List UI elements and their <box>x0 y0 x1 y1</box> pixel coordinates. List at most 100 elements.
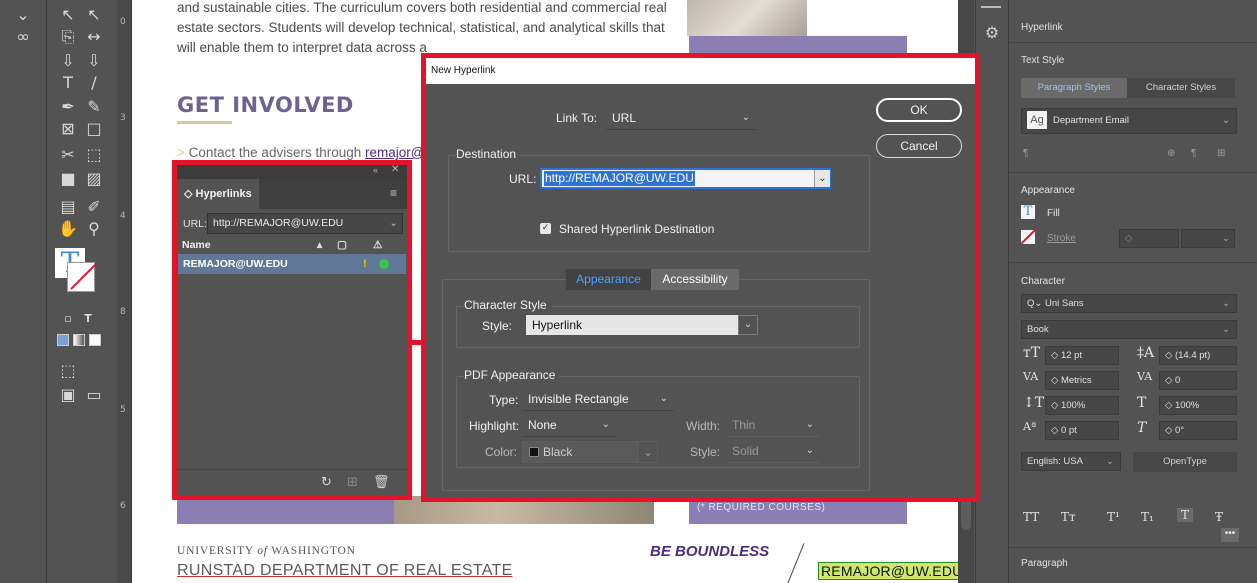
skew-icon: T <box>1137 420 1147 436</box>
apply-none-icon[interactable] <box>89 334 101 346</box>
contact-link[interactable]: remajor@ <box>365 145 424 160</box>
body-text-line: will enable them to interpret data acros… <box>177 40 427 55</box>
fill-label: Fill <box>1047 208 1060 219</box>
divider <box>1009 547 1257 548</box>
language-select[interactable]: English: USA ⌄ <box>1021 452 1121 471</box>
opentype-button[interactable]: OpenType <box>1133 452 1237 472</box>
ruler-number: 3 <box>120 113 126 123</box>
scissors-icon[interactable]: ✂ <box>57 144 79 166</box>
eyedropper-icon[interactable]: ✐ <box>83 196 105 218</box>
font-style-field[interactable]: Book ⌄ <box>1021 320 1237 339</box>
baseline-shift-field[interactable]: ◇ 0 pt <box>1045 421 1119 440</box>
ruler-number: 5 <box>120 405 126 415</box>
chevron-down-icon[interactable]: ⌄ <box>1222 109 1230 133</box>
font-size-field[interactable]: ◇ 12 pt <box>1045 346 1119 365</box>
divider <box>1009 42 1257 43</box>
footer-email-link[interactable]: REMAJOR@UW.EDU <box>818 562 966 580</box>
properties-panel-icon[interactable]: ⚙ <box>981 22 1003 44</box>
style-sample: Ag <box>1027 111 1047 129</box>
normal-view-icon[interactable]: ▣ <box>57 384 79 406</box>
chevron-down-icon: ⌄ <box>1106 456 1114 467</box>
kerning-icon: VA <box>1023 370 1039 383</box>
rect-frame-icon[interactable]: ⊠ <box>57 118 79 140</box>
apply-color-icon[interactable] <box>57 334 69 346</box>
horizontal-scale-field[interactable]: ◇ 100% <box>1159 396 1237 415</box>
indesign-window: ⌄ ∞ ↖ ↖ ⎘ ↔ ⇩ ⇩ T / ✒ ✎ ⊠ □ ✂ ⬚ ■ ▨ ▤ ✐ … <box>0 0 1257 583</box>
ruler-number: 4 <box>120 211 126 221</box>
container-format-icon[interactable]: ▫ <box>57 308 79 330</box>
language-value: English: USA <box>1027 456 1083 467</box>
font-family-value: Uni Sans <box>1045 298 1084 309</box>
purple-block <box>177 496 399 524</box>
new-style-icon[interactable]: ⊕ <box>1167 148 1175 159</box>
add-style-icon[interactable]: ⊞ <box>1217 148 1225 159</box>
font-size-icon: тT <box>1023 345 1041 361</box>
body-text-line: and sustainable cities. The curriculum c… <box>177 0 667 15</box>
tab-paragraph-styles[interactable]: Paragraph Styles <box>1021 78 1127 98</box>
tab-character-styles[interactable]: Character Styles <box>1127 78 1235 98</box>
paragraph-mark-icon[interactable]: ¶ <box>1023 148 1028 159</box>
stroke-swatch[interactable] <box>67 262 96 292</box>
section-heading: GET INVOLVED <box>177 93 354 117</box>
bullet-marker: > <box>177 145 189 160</box>
university-name-b: WASHINGTON <box>267 545 356 557</box>
zoom-tool-icon[interactable]: ⚲ <box>83 218 105 240</box>
skew-field[interactable]: ◇ 0° <box>1159 421 1237 440</box>
line-tool-icon[interactable]: / <box>83 72 105 94</box>
dock-grip[interactable] <box>981 6 1001 8</box>
style-picker[interactable]: Ag Department Email ⌄ <box>1021 108 1237 134</box>
kerning-field[interactable]: ◇ Metrics <box>1045 371 1119 390</box>
department-name: RUNSTAD DEPARTMENT OF REAL ESTATE <box>177 562 513 579</box>
note-tool-icon[interactable]: ▤ <box>57 196 79 218</box>
content-placer-icon[interactable]: ⇩ <box>83 50 105 72</box>
leading-field[interactable]: ◇ (14.4 pt) <box>1159 346 1237 365</box>
highlight-connector <box>412 340 424 345</box>
character-label: Character <box>1021 276 1065 287</box>
stroke-label[interactable]: Stroke <box>1047 233 1076 244</box>
superscript-icon[interactable]: T¹ <box>1107 510 1120 524</box>
gap-tool-icon[interactable]: ↔ <box>83 26 105 48</box>
link-icon[interactable]: ∞ <box>12 26 34 48</box>
small-caps-icon[interactable]: Tт <box>1061 510 1076 524</box>
text-format-icon[interactable]: T <box>77 308 99 330</box>
ruler-number: 6 <box>120 501 126 511</box>
more-options-icon[interactable]: ••• <box>1221 528 1239 542</box>
tracking-field[interactable]: ◇ 0 <box>1159 371 1237 390</box>
rect-tool-icon[interactable]: □ <box>83 118 105 140</box>
fill-icon[interactable]: T <box>1021 205 1035 219</box>
properties-panel: Hyperlink Text Style Paragraph Styles Ch… <box>1008 0 1257 583</box>
vertical-scale-field[interactable]: ◇ 100% <box>1045 396 1119 415</box>
tagline: BE BOUNDLESS <box>650 543 770 560</box>
stroke-icon[interactable] <box>1021 230 1035 244</box>
all-caps-icon[interactable]: TT <box>1023 510 1039 524</box>
university-name-of: of <box>257 545 268 557</box>
appearance-label: Appearance <box>1021 185 1075 196</box>
gradient-feather-icon[interactable]: ▨ <box>83 168 105 190</box>
pencil-tool-icon[interactable]: ✎ <box>83 96 105 118</box>
subscript-icon[interactable]: T₁ <box>1141 510 1154 524</box>
free-transform-icon[interactable]: ⬚ <box>83 144 105 166</box>
selection-tool-icon[interactable]: ↖ <box>57 4 79 26</box>
screen-mode-icon[interactable]: ⬚ <box>57 360 79 382</box>
vertical-ruler: 0 3 4 8 5 6 <box>117 0 132 583</box>
hand-tool-icon[interactable]: ✋ <box>57 218 79 240</box>
clear-overrides-icon[interactable]: ¶ <box>1191 148 1196 159</box>
apply-gradient-icon[interactable] <box>73 334 85 346</box>
stroke-type-select[interactable]: ⌄ <box>1181 229 1235 248</box>
stroke-weight-field[interactable]: ◇ <box>1119 229 1179 248</box>
underline-icon[interactable]: T <box>1177 508 1194 522</box>
pen-tool-icon[interactable]: ✒ <box>57 96 79 118</box>
type-tool-icon[interactable]: T <box>57 72 79 94</box>
preview-icon[interactable]: ▭ <box>83 384 105 406</box>
gradient-swatch-icon[interactable]: ■ <box>57 168 79 190</box>
left-strip: ⌄ ∞ <box>0 0 47 583</box>
baseline-shift-value: 0 pt <box>1060 425 1077 436</box>
strikethrough-icon[interactable]: Ŧ <box>1215 510 1223 524</box>
page-tool-icon[interactable]: ⎘ <box>57 26 79 48</box>
direct-selection-icon[interactable]: ↖ <box>83 4 105 26</box>
font-family-field[interactable]: Q⌄ Uni Sans ⌄ <box>1021 294 1237 313</box>
content-collector-icon[interactable]: ⇩ <box>57 50 79 72</box>
baseline-shift-icon: Aª <box>1023 420 1037 433</box>
collapse-icon[interactable]: ⌄ <box>12 4 34 26</box>
font-size-value: 12 pt <box>1060 350 1083 361</box>
